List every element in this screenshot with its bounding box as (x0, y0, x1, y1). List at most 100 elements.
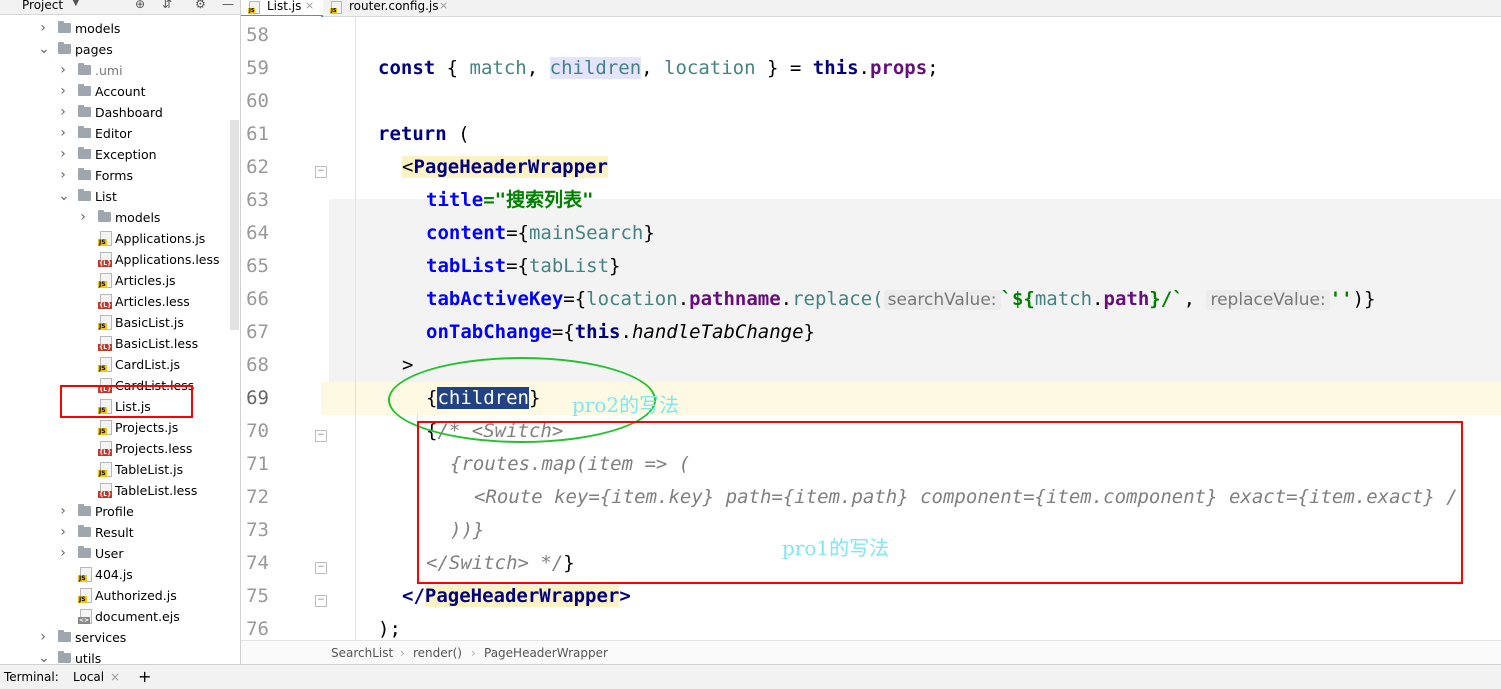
breadcrumb-item[interactable]: SearchList (331, 641, 393, 664)
js-file-icon: JS (78, 567, 92, 582)
code-line-66: tabActiveKey={location.pathname.replace(… (426, 288, 1376, 310)
terminal-label: Terminal: (4, 670, 59, 684)
tree-item-label: List (95, 189, 117, 204)
hide-icon[interactable]: — (222, 0, 234, 11)
tree-item[interactable]: JS Authorized.js (0, 585, 240, 606)
tree-item[interactable]: › Forms (0, 165, 240, 186)
tree-item[interactable]: › models (0, 18, 240, 39)
tree-item[interactable]: JS CardList.js (0, 354, 240, 375)
indent-guide (355, 16, 356, 640)
tree-item[interactable]: › Dashboard (0, 102, 240, 123)
fold-marker-icon[interactable]: − (315, 562, 327, 574)
chevron-right-icon[interactable]: › (58, 165, 68, 186)
tree-item[interactable]: › Result (0, 522, 240, 543)
folder-icon (78, 525, 91, 537)
breadcrumb-item[interactable]: render() (413, 641, 462, 664)
line-number-gutter[interactable]: 58 59 60 61 62 63 64 65 66 67 68 69 70 71 72 73 74 75 76 − −… (241, 16, 327, 640)
tree-item[interactable]: › Account (0, 81, 240, 102)
fold-marker-icon[interactable]: − (315, 166, 327, 178)
tree-item[interactable]: › .umi (0, 60, 240, 81)
line-number: 67 (246, 321, 269, 343)
tree-item[interactable]: › User (0, 543, 240, 564)
tree-item-label: User (95, 546, 124, 561)
chevron-right-icon[interactable]: › (58, 60, 68, 81)
tree-item-label: BasicList.js (115, 315, 184, 330)
tree-item[interactable]: JS 404.js (0, 564, 240, 585)
tab-router-config-js[interactable]: JS router.config.js × (323, 0, 453, 16)
add-terminal-icon[interactable]: + (138, 665, 151, 689)
tree-item-label: Articles.js (115, 273, 176, 288)
close-icon[interactable]: × (439, 0, 448, 12)
tree-item[interactable]: {L} BasicList.less (0, 333, 240, 354)
tree-item-label: Exception (95, 147, 157, 162)
terminal-tab-local[interactable]: Local (73, 665, 104, 689)
chevron-down-icon[interactable]: ⌄ (38, 648, 50, 664)
tree-item[interactable]: JS TableList.js (0, 459, 240, 480)
js-file-icon: JS (98, 357, 112, 372)
gear-icon[interactable]: ⚙ (195, 0, 206, 11)
line-number: 74 (246, 552, 269, 574)
tree-item-label: TableList.js (115, 462, 184, 477)
tree-item-label: Editor (95, 126, 132, 141)
close-icon[interactable]: × (110, 665, 120, 689)
tree-item[interactable]: JS Articles.js (0, 270, 240, 291)
js-file-icon: JS (98, 315, 112, 330)
tree-item[interactable]: › services (0, 627, 240, 648)
line-number: 71 (246, 453, 269, 475)
chevron-down-icon[interactable]: ⌄ (58, 186, 70, 207)
breadcrumb-item[interactable]: PageHeaderWrapper (484, 641, 608, 664)
fold-marker-icon[interactable]: − (315, 430, 327, 442)
chevron-right-icon[interactable]: › (58, 81, 68, 102)
chevron-down-icon[interactable]: ▼ (72, 0, 80, 8)
tree-item[interactable]: {L} Projects.less (0, 438, 240, 459)
tree-item[interactable]: ⌄ List (0, 186, 240, 207)
less-file-icon: {L} (98, 483, 113, 498)
tree-item[interactable]: {L} Articles.less (0, 291, 240, 312)
line-number: 63 (246, 189, 269, 211)
tree-item[interactable]: JS Projects.js (0, 417, 240, 438)
tree-item[interactable]: › Exception (0, 144, 240, 165)
tree-item-label: BasicList.less (115, 336, 199, 351)
tree-item[interactable]: JS BasicList.js (0, 312, 240, 333)
line-number: 61 (246, 123, 269, 145)
tree-item[interactable]: {L} TableList.less (0, 480, 240, 501)
chevron-right-icon[interactable]: › (58, 102, 68, 123)
line-number: 75 (246, 585, 269, 607)
tree-scrollbar[interactable] (230, 120, 239, 330)
code-line-62: <PageHeaderWrapper (402, 156, 608, 178)
folder-icon (78, 84, 91, 96)
chevron-right-icon[interactable]: › (58, 501, 68, 522)
chevron-right-icon[interactable]: › (58, 522, 68, 543)
folder-icon (78, 546, 91, 558)
chevron-right-icon[interactable]: › (38, 18, 48, 39)
chevron-right-icon[interactable]: › (78, 207, 88, 228)
tree-item[interactable]: JS Applications.js (0, 228, 240, 249)
chevron-right-icon[interactable]: › (58, 144, 68, 165)
tree-item[interactable]: › Profile (0, 501, 240, 522)
code-line-61: return ( (378, 123, 470, 145)
chevron-right-icon[interactable]: › (38, 627, 48, 648)
line-number: 76 (246, 618, 269, 640)
tree-item[interactable]: {L} Applications.less (0, 249, 240, 270)
tree-item[interactable]: › Editor (0, 123, 240, 144)
tab-label: router.config.js (349, 0, 439, 13)
line-number: 64 (246, 222, 269, 244)
fold-marker-icon[interactable]: − (315, 595, 327, 607)
close-icon[interactable]: × (305, 0, 314, 12)
project-title[interactable]: Project (22, 0, 63, 12)
folder-icon (58, 21, 71, 33)
crosshair-icon[interactable]: ⊕ (135, 0, 145, 11)
line-number: 60 (246, 90, 269, 112)
chevron-down-icon[interactable]: ⌄ (38, 39, 50, 60)
tab-list-js[interactable]: JS List.js × (241, 0, 323, 17)
tree-item[interactable]: › models (0, 207, 240, 228)
tree-item[interactable]: ⌄ pages (0, 39, 240, 60)
tree-item[interactable]: ⌄ utils (0, 648, 240, 664)
tree-item[interactable]: <> document.ejs (0, 606, 240, 627)
chevron-right-icon[interactable]: › (58, 543, 68, 564)
chevron-right-icon[interactable]: › (58, 123, 68, 144)
tree-item-label: Account (95, 84, 146, 99)
collapse-icon[interactable]: ⇵ (162, 0, 172, 11)
param-hint: searchValue: (883, 290, 1001, 310)
tree-item-label: 404.js (95, 567, 133, 582)
